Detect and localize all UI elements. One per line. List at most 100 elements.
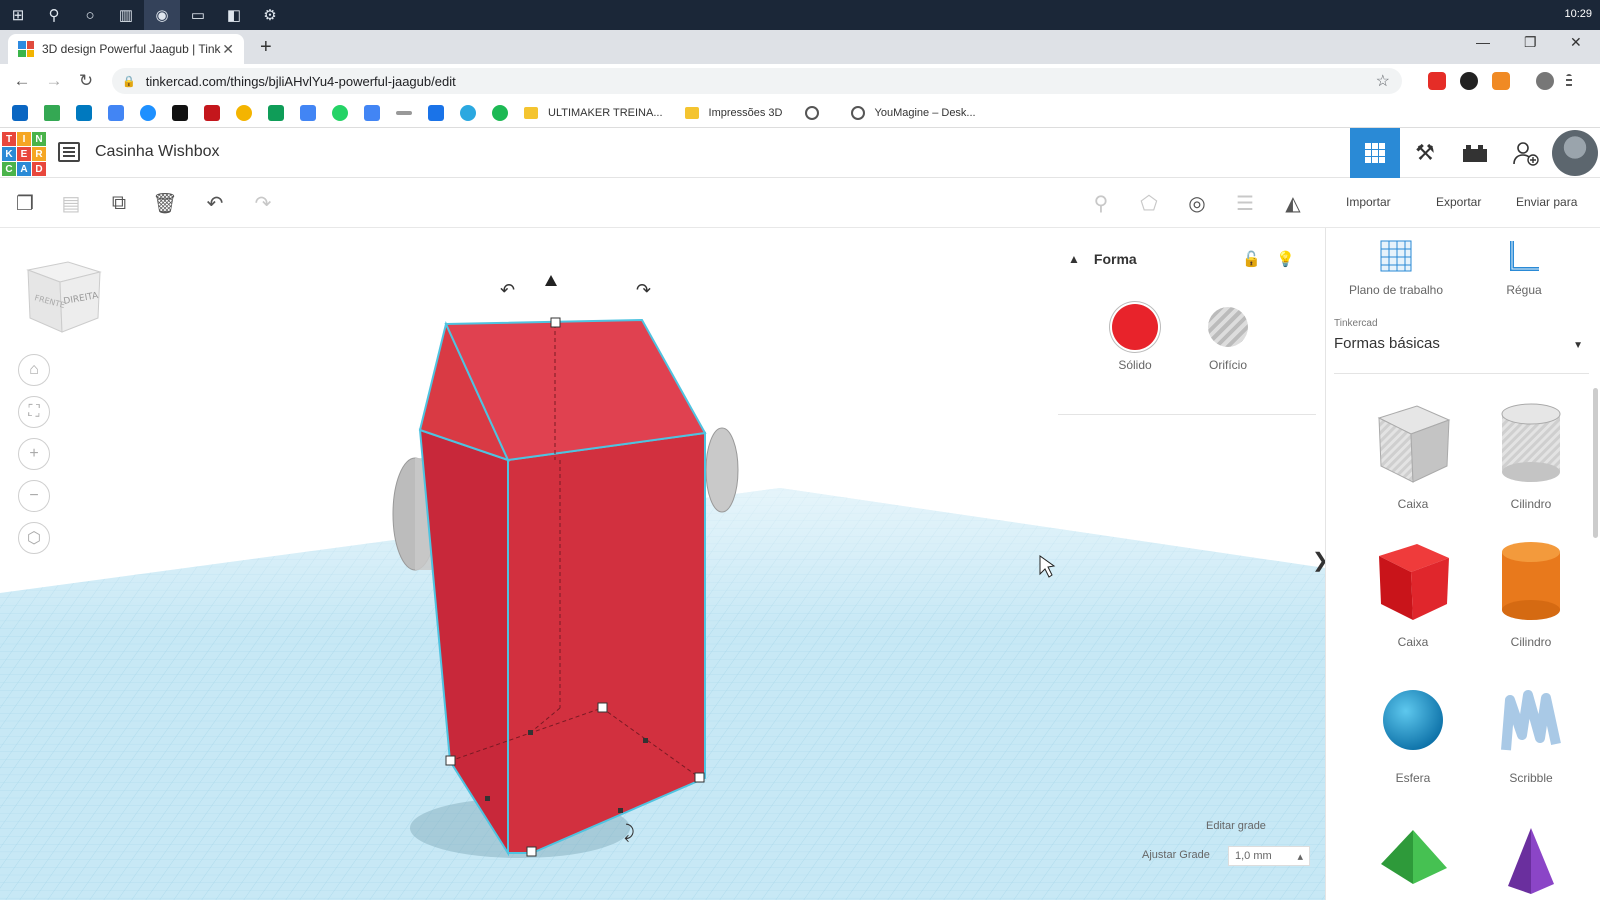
zoom-in-icon[interactable]: +	[18, 438, 50, 470]
docs-bookmark-icon[interactable]	[108, 104, 124, 121]
bookmark-icon[interactable]	[492, 104, 508, 121]
bookmark-icon[interactable]	[396, 110, 412, 115]
shape-box[interactable]: Caixa	[1353, 538, 1473, 649]
snap-grid-label: Ajustar Grade	[1142, 849, 1210, 861]
bookmark-ultimaker[interactable]: ULTIMAKER TREINA...	[524, 106, 663, 119]
design-title[interactable]: Casinha Wishbox	[95, 143, 220, 161]
docs-bookmark-icon[interactable]	[364, 104, 380, 121]
zoom-out-icon[interactable]: −	[18, 480, 50, 512]
shape-cylinder-hole[interactable]: Cilindro	[1471, 400, 1591, 511]
collapse-caret-icon[interactable]: ▲	[1068, 252, 1080, 266]
undo-icon[interactable]: ↶	[200, 188, 230, 218]
restore-icon[interactable]: ❐	[1524, 34, 1537, 51]
sidebar-scrollbar[interactable]	[1593, 388, 1598, 538]
drive-bookmark-icon[interactable]	[44, 104, 60, 121]
expand-panel-chevron-icon[interactable]: ❯	[1312, 548, 1325, 573]
profile-icon[interactable]	[1536, 72, 1554, 90]
close-window-icon[interactable]: ✕	[1570, 34, 1582, 51]
search-icon[interactable]: ⚲	[36, 0, 72, 30]
light-bulb-icon[interactable]: 💡	[1276, 250, 1295, 268]
library-value: Formas básicas	[1334, 335, 1440, 352]
mirror-icon[interactable]: ◭	[1278, 188, 1308, 218]
tab-close-icon[interactable]: ✕	[222, 41, 234, 58]
forward-icon[interactable]: →	[38, 71, 70, 91]
browser-tab[interactable]: 3D design Powerful Jaagub | Tink ✕	[8, 34, 244, 64]
ruler-tool[interactable]: Régua	[1474, 238, 1574, 297]
calendar-bookmark-icon[interactable]	[300, 104, 316, 121]
fit-view-icon[interactable]: ⛶	[18, 396, 50, 428]
lock-icon[interactable]: 🔓	[1242, 250, 1261, 268]
send-to-button[interactable]: Enviar para	[1516, 195, 1577, 209]
reload-icon[interactable]: ↻	[70, 71, 102, 91]
align-icon[interactable]: ☰	[1230, 188, 1260, 218]
user-avatar[interactable]	[1552, 130, 1598, 176]
tinkercad-logo[interactable]: T I N K E R C A D	[2, 132, 46, 176]
trash-icon[interactable]: 🗑	[150, 188, 180, 218]
show-all-icon[interactable]: ⬠	[1134, 188, 1164, 218]
home-view-icon[interactable]: ⌂	[18, 354, 50, 386]
windows-start-icon[interactable]: ⊞	[0, 0, 36, 30]
minimize-icon[interactable]: —	[1476, 34, 1490, 50]
back-icon[interactable]: ←	[6, 71, 38, 91]
bookmark-icon[interactable]	[236, 104, 252, 121]
bookmark-youmagine[interactable]: YouMagine – Desk...	[850, 105, 976, 120]
redo-icon[interactable]: ↷	[248, 188, 278, 218]
add-user-icon[interactable]	[1500, 128, 1550, 178]
group-icon[interactable]: ◎	[1182, 188, 1212, 218]
import-button[interactable]: Importar	[1346, 195, 1391, 209]
view-cube[interactable]: FRENTE DIREITA	[22, 256, 102, 336]
shape-pyramid[interactable]	[1471, 824, 1591, 899]
bookmark-star-icon[interactable]: ☆	[1376, 71, 1390, 91]
shape-inspector-panel: ▲ Forma 🔓 💡 Sólido Orifício	[1058, 242, 1316, 422]
extension-icon[interactable]	[1492, 72, 1510, 90]
paste-icon[interactable]: ▤	[56, 188, 86, 218]
perspective-icon[interactable]: ⬡	[18, 522, 50, 554]
browser-menu-icon[interactable]	[1566, 74, 1572, 88]
solid-swatch[interactable]	[1112, 304, 1158, 350]
shape-box-hole[interactable]: Caixa	[1353, 400, 1473, 511]
play-extension-icon[interactable]	[1460, 72, 1478, 90]
bookmark-icon[interactable]	[204, 104, 220, 121]
duplicate-icon[interactable]: ⧉	[104, 188, 134, 218]
pickaxe-icon[interactable]: ⚒	[1400, 128, 1450, 178]
bookmark-impressoes[interactable]: Impressões 3D	[684, 106, 783, 119]
3d-viewport[interactable]: ↶ ↷ ⤸ FRENTE DIREITA ⌂ ⛶ + − ⬡ ▲ Forma 🔓…	[0, 228, 1325, 900]
bookmark-icon[interactable]	[140, 104, 156, 121]
tab-title: 3D design Powerful Jaagub | Tink	[42, 42, 221, 56]
snap-grid-select[interactable]: 1,0 mm ▴	[1228, 846, 1310, 866]
lego-brick-icon[interactable]	[1450, 128, 1500, 178]
file-explorer-icon[interactable]: ▭	[180, 0, 216, 30]
settings-icon[interactable]: ⚙	[252, 0, 288, 30]
edit-grid-link[interactable]: Editar grade	[1206, 820, 1266, 832]
trello-bookmark-icon[interactable]	[76, 104, 92, 121]
new-tab-button[interactable]: +	[260, 36, 272, 59]
m-bookmark-icon[interactable]	[428, 104, 444, 121]
youtube-extension-icon[interactable]	[1428, 72, 1446, 90]
cortana-icon[interactable]: ○	[72, 0, 108, 30]
bookmark-icon[interactable]	[460, 104, 476, 121]
bookmark-globe[interactable]	[804, 105, 829, 120]
task-view-icon[interactable]: ▥	[108, 0, 144, 30]
shape-library-select[interactable]: Tinkercad Formas básicas ▼	[1334, 318, 1589, 374]
shape-cylinder[interactable]: Cilindro	[1471, 538, 1591, 649]
linkedin-bookmark-icon[interactable]	[12, 104, 28, 121]
shape-sphere[interactable]: Esfera	[1353, 680, 1473, 785]
url-bar[interactable]: 🔒 tinkercad.com/things/bjliAHvlYu4-power…	[112, 68, 1402, 94]
workplane-tool[interactable]: Plano de trabalho	[1346, 238, 1446, 297]
note-icon[interactable]: ⚲	[1086, 188, 1116, 218]
shape-scribble[interactable]: Scribble	[1471, 680, 1591, 785]
bookmarks-bar: ULTIMAKER TREINA... Impressões 3D YouMag…	[0, 98, 1600, 128]
shape-roof[interactable]	[1353, 824, 1473, 899]
copy-icon[interactable]: ❐	[10, 188, 40, 218]
3d-view-button[interactable]	[1350, 128, 1400, 178]
drive-bookmark-icon[interactable]	[268, 104, 284, 121]
design-list-icon[interactable]	[58, 142, 80, 162]
lock-icon: 🔒	[122, 75, 136, 88]
app-icon[interactable]: ◧	[216, 0, 252, 30]
export-button[interactable]: Exportar	[1436, 195, 1481, 209]
chrome-icon[interactable]: ◉	[144, 0, 180, 30]
globe-icon	[804, 105, 819, 120]
hole-swatch[interactable]	[1208, 307, 1248, 347]
whatsapp-bookmark-icon[interactable]	[332, 104, 348, 121]
p-bookmark-icon[interactable]	[172, 104, 188, 121]
